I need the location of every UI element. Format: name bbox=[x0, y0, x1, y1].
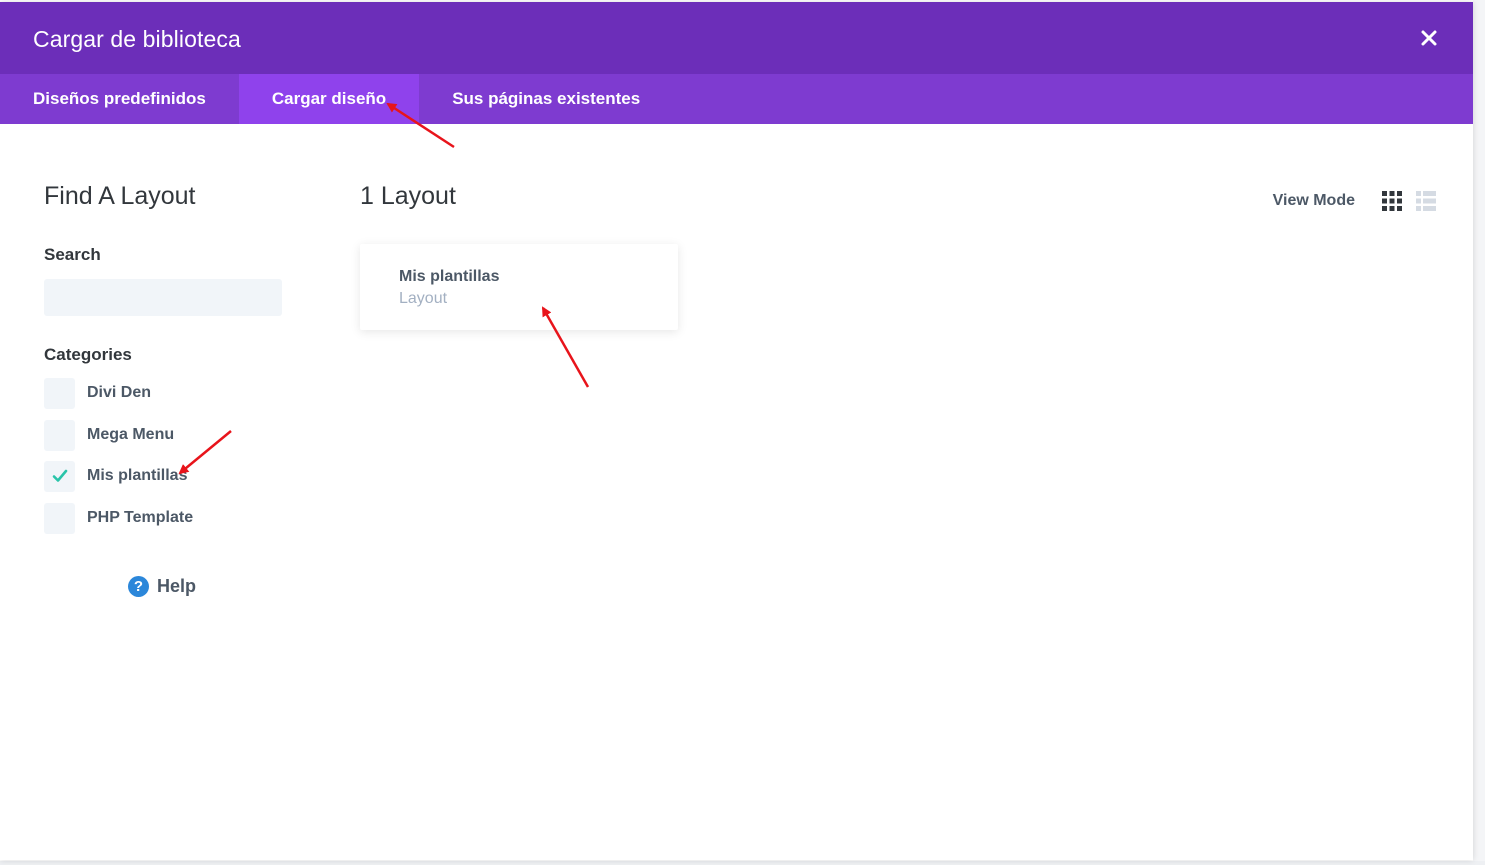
layout-card-title: Mis plantillas bbox=[399, 268, 500, 285]
modal-tabs: Diseños predefinidos Cargar diseño Sus p… bbox=[0, 74, 1473, 124]
category-label: Divi Den bbox=[87, 384, 152, 401]
question-circle-icon: ? bbox=[128, 576, 149, 597]
checkmark-icon bbox=[52, 469, 67, 482]
tab-load-layout[interactable]: Cargar diseño bbox=[238, 74, 420, 124]
modal-header: Cargar de biblioteca bbox=[0, 2, 1473, 74]
tab-premade-layouts[interactable]: Diseños predefinidos bbox=[0, 74, 239, 124]
grid-icon bbox=[1382, 191, 1402, 211]
category-mis-plantillas[interactable]: Mis plantillas bbox=[44, 460, 187, 492]
category-divi-den[interactable]: Divi Den bbox=[44, 377, 151, 409]
category-label: PHP Template bbox=[87, 509, 194, 526]
find-layout-heading: Find A Layout bbox=[44, 182, 196, 210]
page-backdrop-edge bbox=[1473, 0, 1485, 865]
view-mode-label: View Mode bbox=[1272, 192, 1355, 209]
category-php-template[interactable]: PHP Template bbox=[44, 502, 193, 534]
categories-label: Categories bbox=[44, 345, 132, 364]
category-mega-menu[interactable]: Mega Menu bbox=[44, 419, 174, 451]
modal-title: Cargar de biblioteca bbox=[33, 26, 241, 52]
category-checkbox[interactable] bbox=[44, 377, 75, 409]
load-library-modal: Cargar de biblioteca Diseños predefinido… bbox=[0, 2, 1473, 860]
layout-count-heading: 1 Layout bbox=[360, 182, 456, 210]
list-icon bbox=[1416, 191, 1436, 211]
view-mode-switcher: View Mode bbox=[1273, 190, 1437, 212]
page-backdrop-bottom bbox=[0, 861, 1485, 865]
category-label: Mega Menu bbox=[87, 426, 175, 443]
search-input[interactable] bbox=[44, 279, 282, 316]
modal-body: Find A Layout Search Categories Divi Den… bbox=[0, 124, 1473, 860]
category-checkbox[interactable] bbox=[44, 502, 75, 534]
tab-existing-pages[interactable]: Sus páginas existentes bbox=[419, 74, 673, 124]
layout-card-type: Layout bbox=[399, 290, 448, 307]
close-icon bbox=[1421, 30, 1437, 46]
search-label: Search bbox=[44, 245, 101, 264]
category-checkbox[interactable] bbox=[44, 419, 75, 451]
list-view-button[interactable] bbox=[1415, 190, 1437, 212]
help-label: Help bbox=[157, 576, 197, 596]
help-link[interactable]: ? Help bbox=[128, 576, 196, 597]
category-label: Mis plantillas bbox=[87, 467, 188, 484]
grid-view-button[interactable] bbox=[1381, 190, 1403, 212]
category-checkbox-checked[interactable] bbox=[44, 460, 75, 492]
layout-card[interactable]: Mis plantillas Layout bbox=[360, 244, 678, 330]
close-button[interactable] bbox=[1415, 24, 1443, 52]
